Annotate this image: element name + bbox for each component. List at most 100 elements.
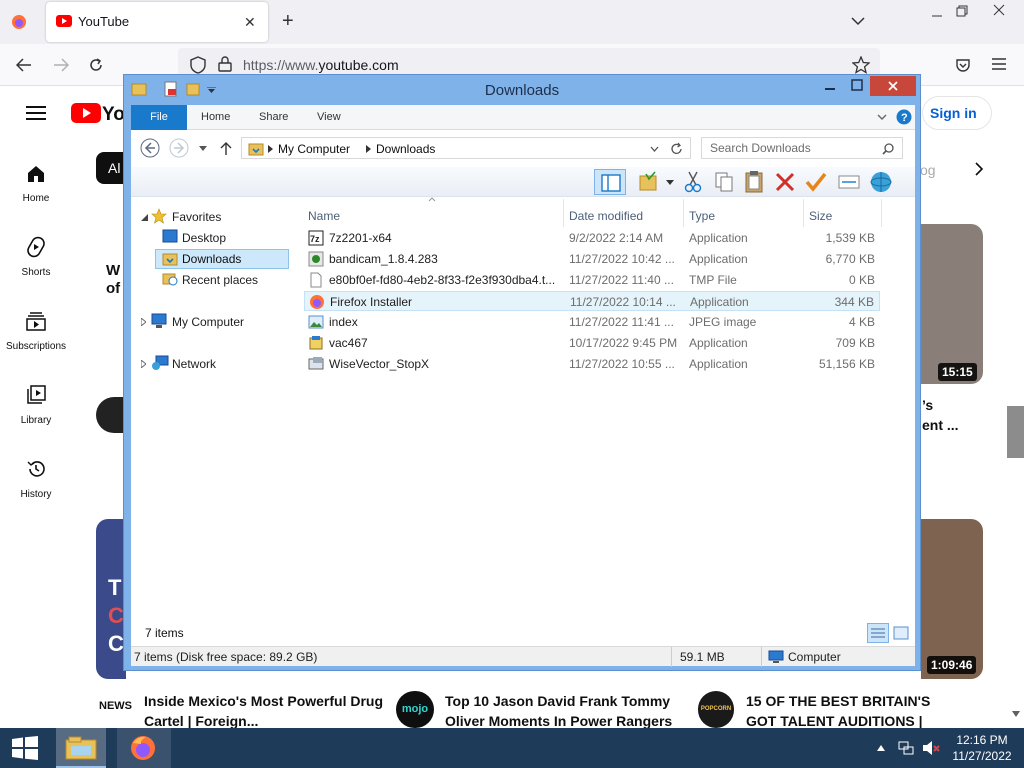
open-dropdown-icon[interactable] [666, 180, 674, 185]
video-title-partial[interactable]: W [106, 262, 120, 279]
lock-icon[interactable] [218, 56, 232, 72]
forward-button-icon[interactable] [169, 138, 189, 158]
video-thumbnail[interactable]: 1:09:46 [921, 519, 983, 679]
explorer-window[interactable]: Downloads File Home Share View ? My Comp… [123, 74, 921, 671]
scroll-down-arrow-icon[interactable] [1011, 710, 1021, 718]
chip-all[interactable]: Al [96, 152, 124, 184]
firefox-menu-icon[interactable] [11, 14, 27, 30]
sidebar-item-shorts[interactable]: Shorts [0, 234, 72, 284]
pocket-icon[interactable] [955, 57, 971, 73]
nav-desktop[interactable]: Desktop [182, 231, 226, 245]
maximize-icon[interactable] [851, 79, 863, 91]
tab-home[interactable]: Home [201, 111, 230, 123]
expand-favorites-icon[interactable] [141, 214, 148, 221]
column-divider[interactable] [803, 199, 804, 227]
sidebar-item-history[interactable]: History [0, 456, 72, 506]
nav-favorites[interactable]: Favorites [172, 210, 221, 224]
explorer-title-bar[interactable]: Downloads [124, 75, 920, 105]
video-title[interactable]: Top 10 Jason David Frank Tommy Oliver Mo… [445, 691, 695, 731]
refresh-icon[interactable] [670, 142, 683, 155]
youtube-logo-icon[interactable]: Yo [71, 101, 123, 125]
back-arrow-icon[interactable] [16, 58, 32, 72]
expand-computer-icon[interactable] [141, 318, 146, 326]
reload-icon[interactable] [88, 57, 104, 73]
tab-share[interactable]: Share [259, 111, 288, 123]
forward-arrow-icon[interactable] [53, 58, 69, 72]
expand-network-icon[interactable] [141, 360, 146, 368]
taskbar-explorer-button[interactable] [56, 728, 106, 768]
breadcrumb-my-computer[interactable]: My Computer [278, 142, 350, 156]
breadcrumb-separator-icon[interactable] [268, 145, 273, 153]
delete-icon[interactable] [775, 172, 795, 192]
close-window-icon[interactable] [993, 4, 1005, 16]
video-title[interactable]: Inside Mexico's Most Powerful Drug Carte… [144, 691, 394, 731]
file-row[interactable]: bandicam_1.8.4.283 11/27/2022 10:42 ... … [304, 249, 880, 269]
address-bar[interactable]: My Computer Downloads [241, 137, 691, 159]
volume-muted-icon[interactable] [922, 739, 940, 757]
shield-icon[interactable] [190, 56, 206, 74]
show-hidden-icons-icon[interactable] [877, 745, 885, 751]
column-divider[interactable] [881, 199, 882, 227]
help-icon[interactable]: ? [896, 109, 912, 125]
network-globe-icon[interactable] [869, 170, 893, 194]
nav-downloads-selected[interactable]: Downloads [155, 249, 289, 269]
column-header-size[interactable]: Size [809, 209, 832, 223]
column-divider[interactable] [563, 199, 564, 227]
windows-start-icon[interactable] [12, 736, 38, 760]
new-tab-button[interactable]: + [282, 10, 294, 33]
channel-avatar-popcorn[interactable]: POPCORN [698, 691, 734, 728]
rename-checkmark-icon[interactable] [805, 172, 827, 192]
tab-close-button[interactable]: ✕ [244, 14, 256, 31]
tab-file[interactable]: File [131, 105, 187, 130]
channel-avatar-mojo[interactable]: mojo [396, 691, 434, 728]
recent-locations-dropdown-icon[interactable] [199, 146, 207, 151]
minimize-icon[interactable] [824, 83, 836, 91]
bookmark-star-icon[interactable] [852, 56, 870, 74]
file-row[interactable]: WiseVector_StopX 11/27/2022 10:55 ... Ap… [304, 354, 880, 374]
breadcrumb-separator-icon[interactable] [366, 145, 371, 153]
open-with-icon[interactable] [637, 171, 659, 193]
nav-network[interactable]: Network [172, 357, 216, 371]
tab-view[interactable]: View [317, 111, 341, 123]
channel-avatar[interactable] [96, 397, 126, 433]
video-thumbnail[interactable]: 15:15 [921, 224, 983, 384]
tab-youtube[interactable]: YouTube ✕ [46, 2, 268, 42]
file-row[interactable]: index 11/27/2022 11:41 ... JPEG image 4 … [304, 312, 880, 332]
sidebar-item-home[interactable]: Home [0, 160, 72, 210]
video-title-partial[interactable]: of [106, 280, 120, 297]
url-text[interactable]: https://www.youtube.com [243, 57, 399, 73]
sidebar-item-subscriptions[interactable]: Subscriptions [0, 308, 72, 358]
chips-next-chevron-icon[interactable] [974, 162, 984, 176]
sign-in-button[interactable]: Sign in [922, 96, 992, 130]
minimize-icon[interactable] [931, 10, 943, 22]
paste-icon[interactable] [744, 170, 764, 194]
tab-list-chevron-icon[interactable] [851, 16, 865, 26]
large-icons-view-icon[interactable] [893, 626, 909, 640]
up-arrow-icon[interactable] [220, 141, 232, 155]
file-row[interactable]: e80bf0ef-fd80-4eb2-8f33-f2e3f930dba4.t..… [304, 270, 880, 290]
address-history-chevron-icon[interactable] [650, 146, 659, 152]
search-input[interactable]: Search Downloads [701, 137, 903, 159]
close-button[interactable] [870, 76, 916, 96]
taskbar-clock[interactable]: 12:16 PM 11/27/2022 [950, 732, 1014, 764]
breadcrumb-downloads[interactable]: Downloads [376, 142, 435, 156]
video-title-partial[interactable]: ’s [922, 397, 933, 413]
file-row[interactable]: vac467 10/17/2022 9:45 PM Application 70… [304, 333, 880, 353]
chip-partial-text[interactable]: og [920, 162, 936, 178]
column-header-type[interactable]: Type [689, 209, 715, 223]
taskbar-firefox-button[interactable] [117, 728, 171, 768]
restore-icon[interactable] [956, 5, 968, 17]
channel-avatar-news[interactable]: NEWS [99, 701, 132, 712]
nav-my-computer[interactable]: My Computer [172, 315, 244, 329]
properties-icon[interactable] [838, 174, 860, 190]
preview-pane-button[interactable] [594, 169, 626, 195]
column-divider[interactable] [683, 199, 684, 227]
network-tray-icon[interactable] [898, 740, 914, 756]
column-header-date[interactable]: Date modified [569, 209, 643, 223]
cut-icon[interactable] [684, 171, 702, 193]
expand-ribbon-chevron-icon[interactable] [877, 114, 887, 121]
copy-icon[interactable] [714, 171, 734, 193]
video-thumbnail[interactable]: T C C [96, 519, 126, 679]
back-button-icon[interactable] [140, 138, 160, 158]
file-row-selected[interactable]: Firefox Installer 11/27/2022 10:14 ... A… [304, 291, 880, 311]
